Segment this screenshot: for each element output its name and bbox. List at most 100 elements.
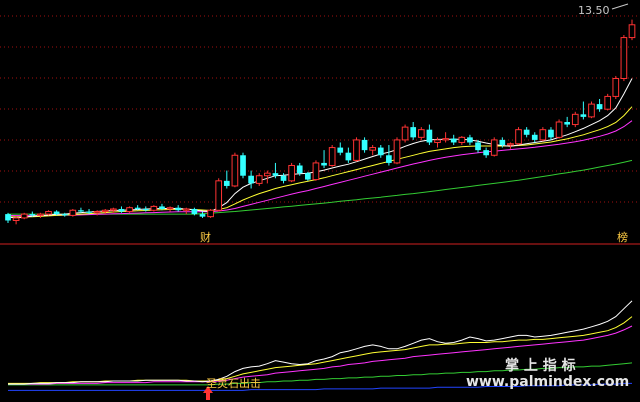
candle-50 <box>410 122 417 140</box>
candle-54 <box>442 132 449 143</box>
candle-body-74 <box>604 95 612 110</box>
candle-body-68 <box>555 121 563 138</box>
candle-body-44 <box>361 139 368 151</box>
candle-30 <box>248 170 254 189</box>
candle-body-1 <box>12 217 20 221</box>
candle-body-0 <box>5 214 11 221</box>
candle-body-57 <box>467 137 473 143</box>
candle-body-15 <box>126 207 133 213</box>
candle-body-61 <box>499 139 506 146</box>
candle-body-4 <box>37 213 44 216</box>
candle-2 <box>20 212 28 220</box>
bottom-tag-left: 财 <box>200 230 211 244</box>
candle-39 <box>321 150 327 169</box>
candle-body-42 <box>345 152 352 161</box>
candle-body-46 <box>377 147 384 156</box>
candle-69 <box>564 116 571 128</box>
candle-body-71 <box>580 114 587 117</box>
candle-25 <box>207 208 214 218</box>
candle-21 <box>175 205 182 212</box>
candle-body-64 <box>523 129 530 135</box>
candle-body-51 <box>417 129 425 138</box>
candle-7 <box>61 212 68 217</box>
ma-line-white <box>7 78 633 219</box>
candle-56 <box>458 136 466 146</box>
candle-37 <box>305 171 311 181</box>
candle-67 <box>548 127 554 140</box>
price-label: 13.50 <box>578 4 610 17</box>
price-label-leader <box>611 3 629 10</box>
candle-29 <box>240 152 246 179</box>
chart-stage: 13.50 财 榜 圣灵石出击 掌 上 指 标 www.palmindex.co… <box>0 0 640 402</box>
candle-body-23 <box>191 208 198 215</box>
candle-body-37 <box>305 173 311 180</box>
candle-body-24 <box>199 214 206 217</box>
candle-body-32 <box>263 172 271 177</box>
candle-body-35 <box>288 164 295 182</box>
candle-body-43 <box>353 139 360 161</box>
candle-body-39 <box>321 162 327 166</box>
candlestick-chart: 13.50 财 榜 圣灵石出击 掌 上 指 标 www.palmindex.co… <box>0 3 640 400</box>
candle-73 <box>596 98 603 112</box>
candles <box>5 19 636 225</box>
candle-64 <box>523 127 530 138</box>
candle-22 <box>182 207 190 215</box>
candle-body-58 <box>475 142 481 151</box>
candle-59 <box>483 147 489 158</box>
candle-body-29 <box>240 155 246 176</box>
candle-body-66 <box>539 129 547 141</box>
candle-60 <box>490 137 498 157</box>
candle-body-76 <box>620 37 628 80</box>
candle-57 <box>467 134 473 146</box>
ma-line-yellow <box>7 106 633 218</box>
candle-body-25 <box>207 209 214 218</box>
candle-body-65 <box>531 134 538 140</box>
signal-text: 圣灵石出击 <box>206 376 261 390</box>
candle-body-31 <box>255 175 263 184</box>
candle-38 <box>312 160 320 181</box>
candle-body-26 <box>215 180 223 211</box>
candle-44 <box>361 137 368 153</box>
bottom-tag-right: 榜 <box>617 230 628 244</box>
candle-70 <box>571 111 579 128</box>
candle-body-73 <box>596 104 603 110</box>
candle-body-11 <box>93 211 101 214</box>
candle-20 <box>166 206 174 212</box>
candle-body-5 <box>45 211 52 215</box>
candle-body-45 <box>369 147 377 151</box>
candle-53 <box>434 137 441 148</box>
candle-52 <box>426 124 433 146</box>
candle-body-69 <box>564 122 571 125</box>
candle-51 <box>417 127 425 140</box>
candle-body-10 <box>86 211 92 213</box>
candle-body-49 <box>401 126 409 141</box>
signal-marker: 圣灵石出击 <box>203 376 261 400</box>
moving-average-lines <box>7 78 633 219</box>
candle-0 <box>5 212 11 224</box>
candle-body-2 <box>20 213 28 219</box>
candle-body-53 <box>434 139 441 143</box>
candle-55 <box>450 134 457 146</box>
candle-45 <box>369 145 377 156</box>
candle-body-28 <box>231 154 239 187</box>
candle-26 <box>215 178 223 212</box>
candle-body-3 <box>29 214 36 216</box>
candle-15 <box>126 206 133 213</box>
candle-40 <box>328 145 336 167</box>
candle-body-55 <box>450 138 457 143</box>
candle-65 <box>531 132 538 143</box>
candle-body-17 <box>142 208 149 211</box>
candle-41 <box>337 142 344 156</box>
candle-body-47 <box>386 155 392 163</box>
candle-48 <box>393 137 401 165</box>
candle-body-14 <box>118 208 125 212</box>
candle-12 <box>101 208 109 215</box>
candle-32 <box>263 170 271 184</box>
candle-body-30 <box>248 175 254 184</box>
candle-body-52 <box>426 129 433 143</box>
watermark-line2: www.palmindex.com <box>466 374 629 390</box>
candle-body-13 <box>110 208 117 211</box>
watermark-line1: 掌 上 指 标 <box>505 357 576 374</box>
candle-body-19 <box>159 206 165 209</box>
candle-body-8 <box>69 209 77 216</box>
